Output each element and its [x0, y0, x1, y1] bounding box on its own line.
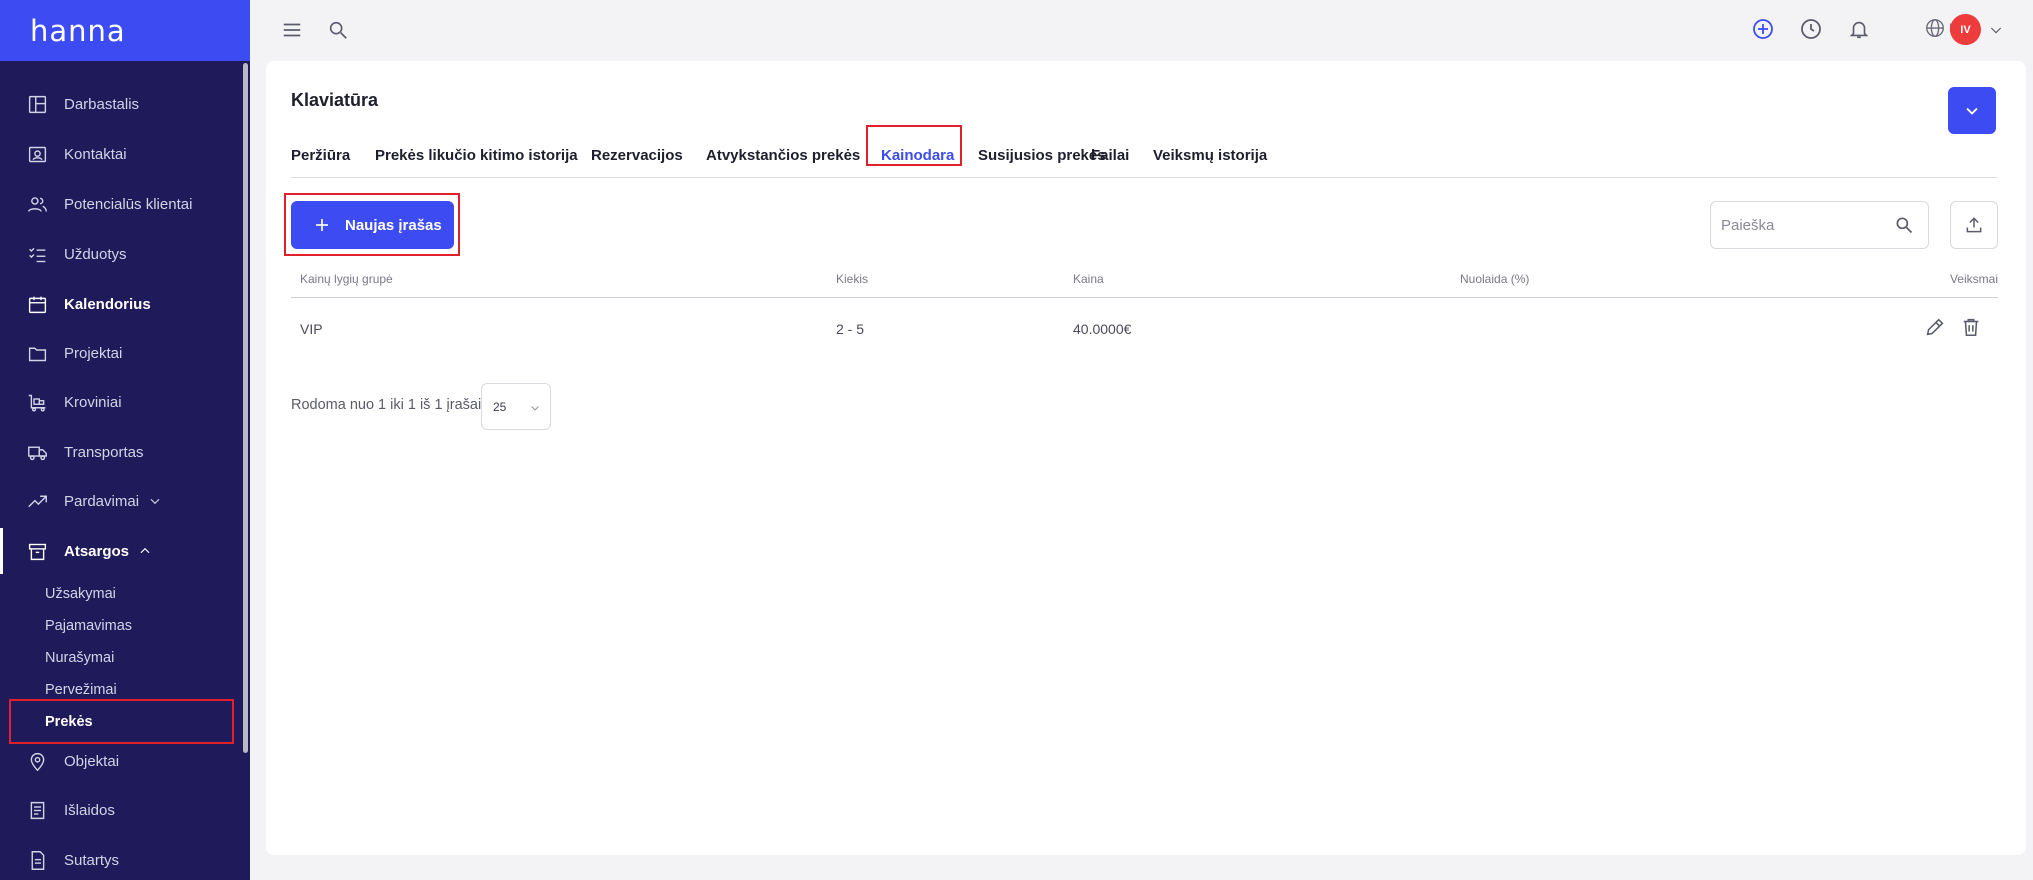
- tab-bar: Peržiūra Prekės likučio kitimo istorija …: [291, 136, 1997, 178]
- new-entry-label: Naujas įrašas: [345, 216, 442, 234]
- sidebar-item-label: Pardavimai: [64, 492, 140, 510]
- sidebar-item-label: Išlaidos: [64, 801, 115, 819]
- tab-atvykstancios-prekes[interactable]: Atvykstančios prekės: [706, 147, 860, 164]
- highlight-box: [9, 699, 234, 744]
- sidebar-item-label: Užduotys: [64, 245, 127, 263]
- trending-up-icon: [27, 491, 48, 512]
- sidebar-item-sutartys[interactable]: Sutartys: [0, 837, 244, 880]
- logo-bar: hanna: [0, 0, 250, 61]
- sidebar-item-label: Darbastalis: [64, 95, 140, 113]
- tab-susijusios-prekes[interactable]: Susijusios prekės: [978, 147, 1106, 164]
- page-title: Klaviatūra: [291, 90, 379, 110]
- sidebar-subitem-pervezimai[interactable]: Pervežimai: [45, 680, 117, 700]
- plus-icon: [316, 219, 328, 231]
- sidebar-item-objektai[interactable]: Objektai: [0, 738, 244, 784]
- active-indicator: [0, 528, 3, 574]
- sidebar-subitem-uzsakymai[interactable]: Užsakymai: [45, 584, 116, 604]
- upload-icon: [1966, 217, 1982, 233]
- column-header[interactable]: Kaina: [1073, 272, 1104, 286]
- column-header[interactable]: Nuolaida (%): [1460, 272, 1529, 286]
- tab-perziura[interactable]: Peržiūra: [291, 147, 350, 164]
- people-icon: [27, 194, 48, 215]
- location-pin-icon: [27, 751, 48, 772]
- cell-price: 40.0000€: [1073, 321, 1132, 337]
- receipt-icon: [27, 800, 48, 821]
- contacts-icon: [27, 144, 48, 165]
- cell-quantity: 2 - 5: [836, 321, 865, 337]
- sidebar-item-pardavimai[interactable]: Pardavimai: [0, 478, 244, 524]
- sidebar-item-kontaktai[interactable]: Kontaktai: [0, 131, 244, 177]
- sidebar-item-label: Kalendorius: [64, 295, 151, 313]
- sidebar: hanna Darbastalis Kontaktai Potencialūs …: [0, 0, 250, 880]
- sidebar-item-potencialus-klientai[interactable]: Potencialūs klientai: [0, 181, 244, 227]
- column-header: Veiksmai: [1949, 272, 1998, 286]
- search-icon[interactable]: [326, 18, 350, 42]
- sidebar-item-label: Kroviniai: [64, 393, 122, 411]
- truck-icon: [27, 442, 48, 463]
- chevron-down-icon: [1966, 107, 1978, 115]
- sidebar-item-atsargos[interactable]: Atsargos: [0, 528, 244, 574]
- sidebar-item-transportas[interactable]: Transportas: [0, 429, 244, 475]
- sidebar-subitem-nurasymai[interactable]: Nurašymai: [45, 648, 114, 668]
- sidebar-item-kroviniai[interactable]: Kroviniai: [0, 379, 244, 425]
- tab-failai[interactable]: Failai: [1091, 147, 1129, 164]
- avatar[interactable]: IV: [1950, 14, 1981, 45]
- add-icon[interactable]: [1750, 16, 1776, 42]
- search-field[interactable]: [1710, 201, 1929, 249]
- column-header[interactable]: Kiekis: [836, 272, 868, 286]
- table-row: VIP 2 - 5 40.0000€: [291, 299, 1998, 361]
- cargo-icon: [27, 392, 48, 413]
- delete-icon[interactable]: [1960, 316, 1982, 343]
- sidebar-item-label: Objektai: [64, 752, 120, 770]
- chevron-down-icon[interactable]: [1988, 22, 2004, 43]
- column-header[interactable]: Kainų lygių grupė: [300, 272, 393, 286]
- sidebar-subitem-pajamavimas[interactable]: Pajamavimas: [45, 616, 132, 636]
- dashboard-icon: [27, 94, 48, 115]
- edit-icon[interactable]: [1924, 316, 1946, 343]
- sidebar-item-uzduotys[interactable]: Užduotys: [0, 231, 244, 277]
- sidebar-item-label: Transportas: [64, 443, 144, 461]
- tab-rezervacijos[interactable]: Rezervacijos: [591, 147, 683, 164]
- globe-icon: [1926, 19, 1944, 37]
- tab-veiksmu-istorija[interactable]: Veiksmų istorija: [1153, 147, 1267, 164]
- page-size-select[interactable]: 25: [481, 383, 551, 430]
- search-input[interactable]: [1721, 216, 1881, 234]
- sidebar-item-label: Kontaktai: [64, 145, 127, 163]
- tasks-icon: [27, 244, 48, 265]
- sidebar-item-islaidos[interactable]: Išlaidos: [0, 787, 244, 833]
- cell-group: VIP: [300, 321, 323, 337]
- tab-prekes-likucio-kitimo-istorija[interactable]: Prekės likučio kitimo istorija: [375, 147, 578, 164]
- highlight-box: [866, 125, 962, 166]
- topbar: LT IV: [250, 0, 2033, 59]
- folder-icon: [27, 343, 48, 364]
- calendar-icon: [27, 294, 48, 315]
- export-button[interactable]: [1950, 201, 1998, 249]
- sidebar-item-label: Atsargos: [64, 542, 130, 560]
- sidebar-item-projektai[interactable]: Projektai: [0, 330, 244, 376]
- sidebar-item-kalendorius[interactable]: Kalendorius: [0, 281, 244, 327]
- search-icon[interactable]: [1894, 215, 1914, 240]
- sidebar-item-label: Sutartys: [64, 851, 120, 869]
- page-size-value: 25: [493, 399, 507, 414]
- sidebar-item-label: Projektai: [64, 344, 123, 362]
- sidebar-item-darbastalis[interactable]: Darbastalis: [0, 81, 244, 127]
- sidebar-scrollbar[interactable]: [243, 61, 248, 880]
- chevron-up-icon[interactable]: [138, 544, 152, 558]
- document-icon: [27, 850, 48, 871]
- collapse-button[interactable]: [1948, 87, 1996, 134]
- pagination-info: Rodoma nuo 1 iki 1 iš 1 įrašai: [291, 397, 482, 413]
- chevron-down-icon: [531, 406, 539, 411]
- menu-icon[interactable]: [280, 18, 304, 42]
- chevron-down-icon[interactable]: [148, 494, 162, 508]
- app-logo[interactable]: hanna: [30, 14, 126, 48]
- clock-icon[interactable]: [1798, 16, 1824, 42]
- archive-icon: [27, 541, 48, 562]
- sidebar-item-label: Potencialūs klientai: [64, 195, 193, 213]
- main-card: Klaviatūra Peržiūra Prekės likučio kitim…: [266, 61, 2026, 855]
- table-header: Kainų lygių grupė Kiekis Kaina Nuolaida …: [291, 260, 1998, 298]
- scrollbar-thumb[interactable]: [243, 63, 248, 753]
- new-entry-button[interactable]: Naujas įrašas: [291, 201, 454, 249]
- bell-icon[interactable]: [1846, 16, 1872, 42]
